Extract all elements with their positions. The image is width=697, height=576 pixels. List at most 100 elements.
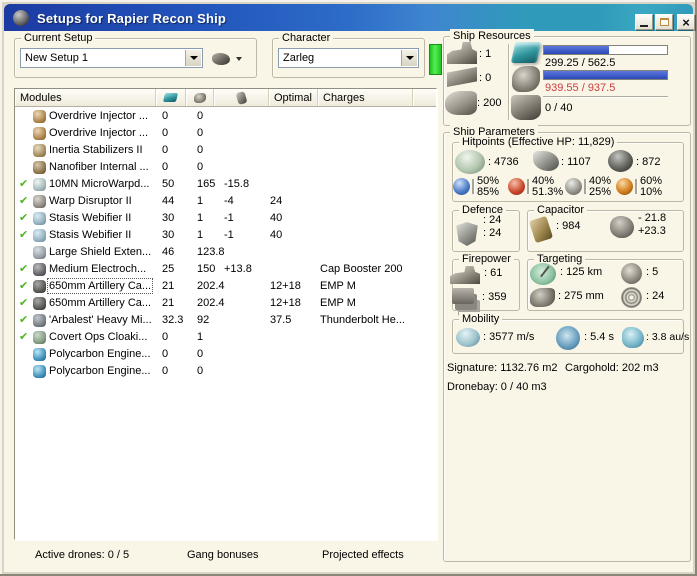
module-row[interactable]: ✔ Warp Disruptor II 44 1 -4 24 [16,193,436,210]
module-row[interactable]: ✔ Overdrive Injector ... 0 0 [16,108,436,125]
capacitor-amount-value: : 984 [556,220,581,232]
module-cpu: 46 [162,246,175,258]
module-cpu: 21 [162,297,175,309]
module-pg: 202.4 [197,297,225,309]
setups-window: Setups for Rapier Recon Ship × Current S… [0,0,697,576]
module-row[interactable]: ✔ 10MN MicroWarpd... 50 165 -15.8 [16,176,436,193]
defence-bottom-value: : 24 [483,227,502,239]
dps-value: : 359 [482,291,507,303]
module-pg: 0 [197,161,204,173]
launcher-hardpoints-value: : 0 [479,72,492,84]
module-charges: Cap Booster 200 [320,263,403,275]
sensor-strength-icon [621,287,642,308]
module-name: Stasis Webifier II [49,212,132,224]
active-drones-section[interactable]: Active drones: 0 / 5 [35,549,129,561]
firepower-title: Firepower [459,252,514,266]
module-row[interactable]: ✔ Stasis Webifier II 30 1 -1 40 [16,210,436,227]
module-row[interactable]: ✔ Large Shield Exten... 46 123.8 [16,244,436,261]
resist-divider [635,179,637,194]
module-row[interactable]: ✔ 'Arbalest' Heavy Mi... 32.3 92 37.5 Th… [16,312,436,329]
thermal-resist-icon [616,178,633,195]
chevron-down-icon [236,56,242,61]
module-row[interactable]: ✔ Inertia Stabilizers II 0 0 [16,142,436,159]
module-name: Warp Disruptor II [49,195,132,207]
module-pg: 202.4 [197,280,225,292]
module-icon [33,314,46,327]
module-icon [33,297,46,310]
setup-select[interactable]: New Setup 1 [20,48,203,68]
resources-divider [508,44,510,120]
close-icon: × [682,14,690,30]
module-pg: 0 [197,127,204,139]
module-row[interactable]: ✔ Overdrive Injector ... 0 0 [16,125,436,142]
optimal-column-header[interactable]: Optimal [269,89,318,106]
dronebay-value: Dronebay: 0 / 40 m3 [447,381,547,393]
app-icon [13,10,29,26]
close-button[interactable]: × [677,14,695,30]
powergrid-column-header[interactable] [186,89,214,106]
current-setup-label: Current Setup [21,31,96,45]
module-pg: 123.8 [197,246,225,258]
character-skill-status-bar [429,44,442,75]
module-cpu: 0 [162,161,169,173]
module-row[interactable]: ✔ 650mm Artillery Ca... 21 202.4 12+18 E… [16,295,436,312]
capacitor-column-header[interactable] [214,89,269,106]
character-select-arrow-button[interactable] [401,50,417,66]
module-icon [33,178,46,191]
calibration-value: : 200 [477,97,502,109]
chevron-down-icon [405,56,414,60]
module-name: Polycarbon Engine... [49,348,151,360]
module-cpu: 0 [162,127,169,139]
module-row[interactable]: ✔ Medium Electroch... 25 150 +13.8 Cap B… [16,261,436,278]
active-check-icon: ✔ [19,331,29,343]
module-pg: 92 [197,314,210,326]
module-row[interactable]: ✔ Nanofiber Internal ... 0 0 [16,159,436,176]
module-row[interactable]: ✔ 650mm Artillery Ca... 21 202.4 12+18 E… [16,278,436,295]
cpu-column-header[interactable] [156,89,186,106]
align-time-value: : 5.4 s [584,331,614,343]
title-bar[interactable]: Setups for Rapier Recon Ship × [4,4,695,31]
module-row[interactable]: ✔ Polycarbon Engine... 0 0 [16,363,436,380]
active-check-icon: ✔ [19,178,29,190]
module-icon [33,212,46,225]
module-icon [33,331,46,344]
maximize-icon [659,18,669,26]
module-name: 10MN MicroWarpd... [49,178,150,190]
projected-effects-section[interactable]: Projected effects [322,549,404,561]
module-icon [33,127,46,140]
modules-column-header[interactable]: Modules [15,89,156,106]
module-row[interactable]: ✔ Stasis Webifier II 30 1 -1 40 [16,227,436,244]
module-row[interactable]: ✔ Polycarbon Engine... 0 0 [16,346,436,363]
module-row[interactable]: ✔ Covert Ops Cloaki... 0 1 [16,329,436,346]
capacitor-icon [235,90,247,105]
minimize-button[interactable] [635,14,653,30]
explosive-resist-icon [508,178,525,195]
module-icon [33,348,46,361]
module-cpu: 0 [162,144,169,156]
module-cap: -15.8 [224,178,250,190]
structure-hp-value: : 872 [636,156,661,168]
module-icon [33,144,46,157]
module-charges: Thunderbolt He... [320,314,405,326]
mobility-title: Mobility [459,312,503,326]
gang-bonuses-section[interactable]: Gang bonuses [187,549,259,561]
explosive-resist-armor: 51.3% [532,186,564,198]
setup-select-arrow-button[interactable] [185,50,201,66]
charges-column-header[interactable]: Charges [318,89,413,106]
kinetic-resist-icon [565,178,582,195]
module-charges: EMP M [320,297,356,309]
active-check-icon: ✔ [19,280,29,292]
thermal-resist-armor: 10% [640,186,663,198]
module-pg: 1 [197,195,204,207]
drone-usage-value: 0 / 40 [545,102,573,114]
calibration-icon [445,91,477,115]
powergrid-icon [512,66,540,92]
active-check-icon: ✔ [19,229,29,241]
module-pg: 0 [197,365,204,377]
em-resist-armor: 85% [477,186,500,198]
sensor-strength-value: : 24 [646,290,665,302]
setup-tools-button[interactable] [206,48,256,69]
maximize-button[interactable] [655,14,673,30]
module-name: Overdrive Injector ... [49,127,149,139]
character-select[interactable]: Zarleg [278,48,419,68]
